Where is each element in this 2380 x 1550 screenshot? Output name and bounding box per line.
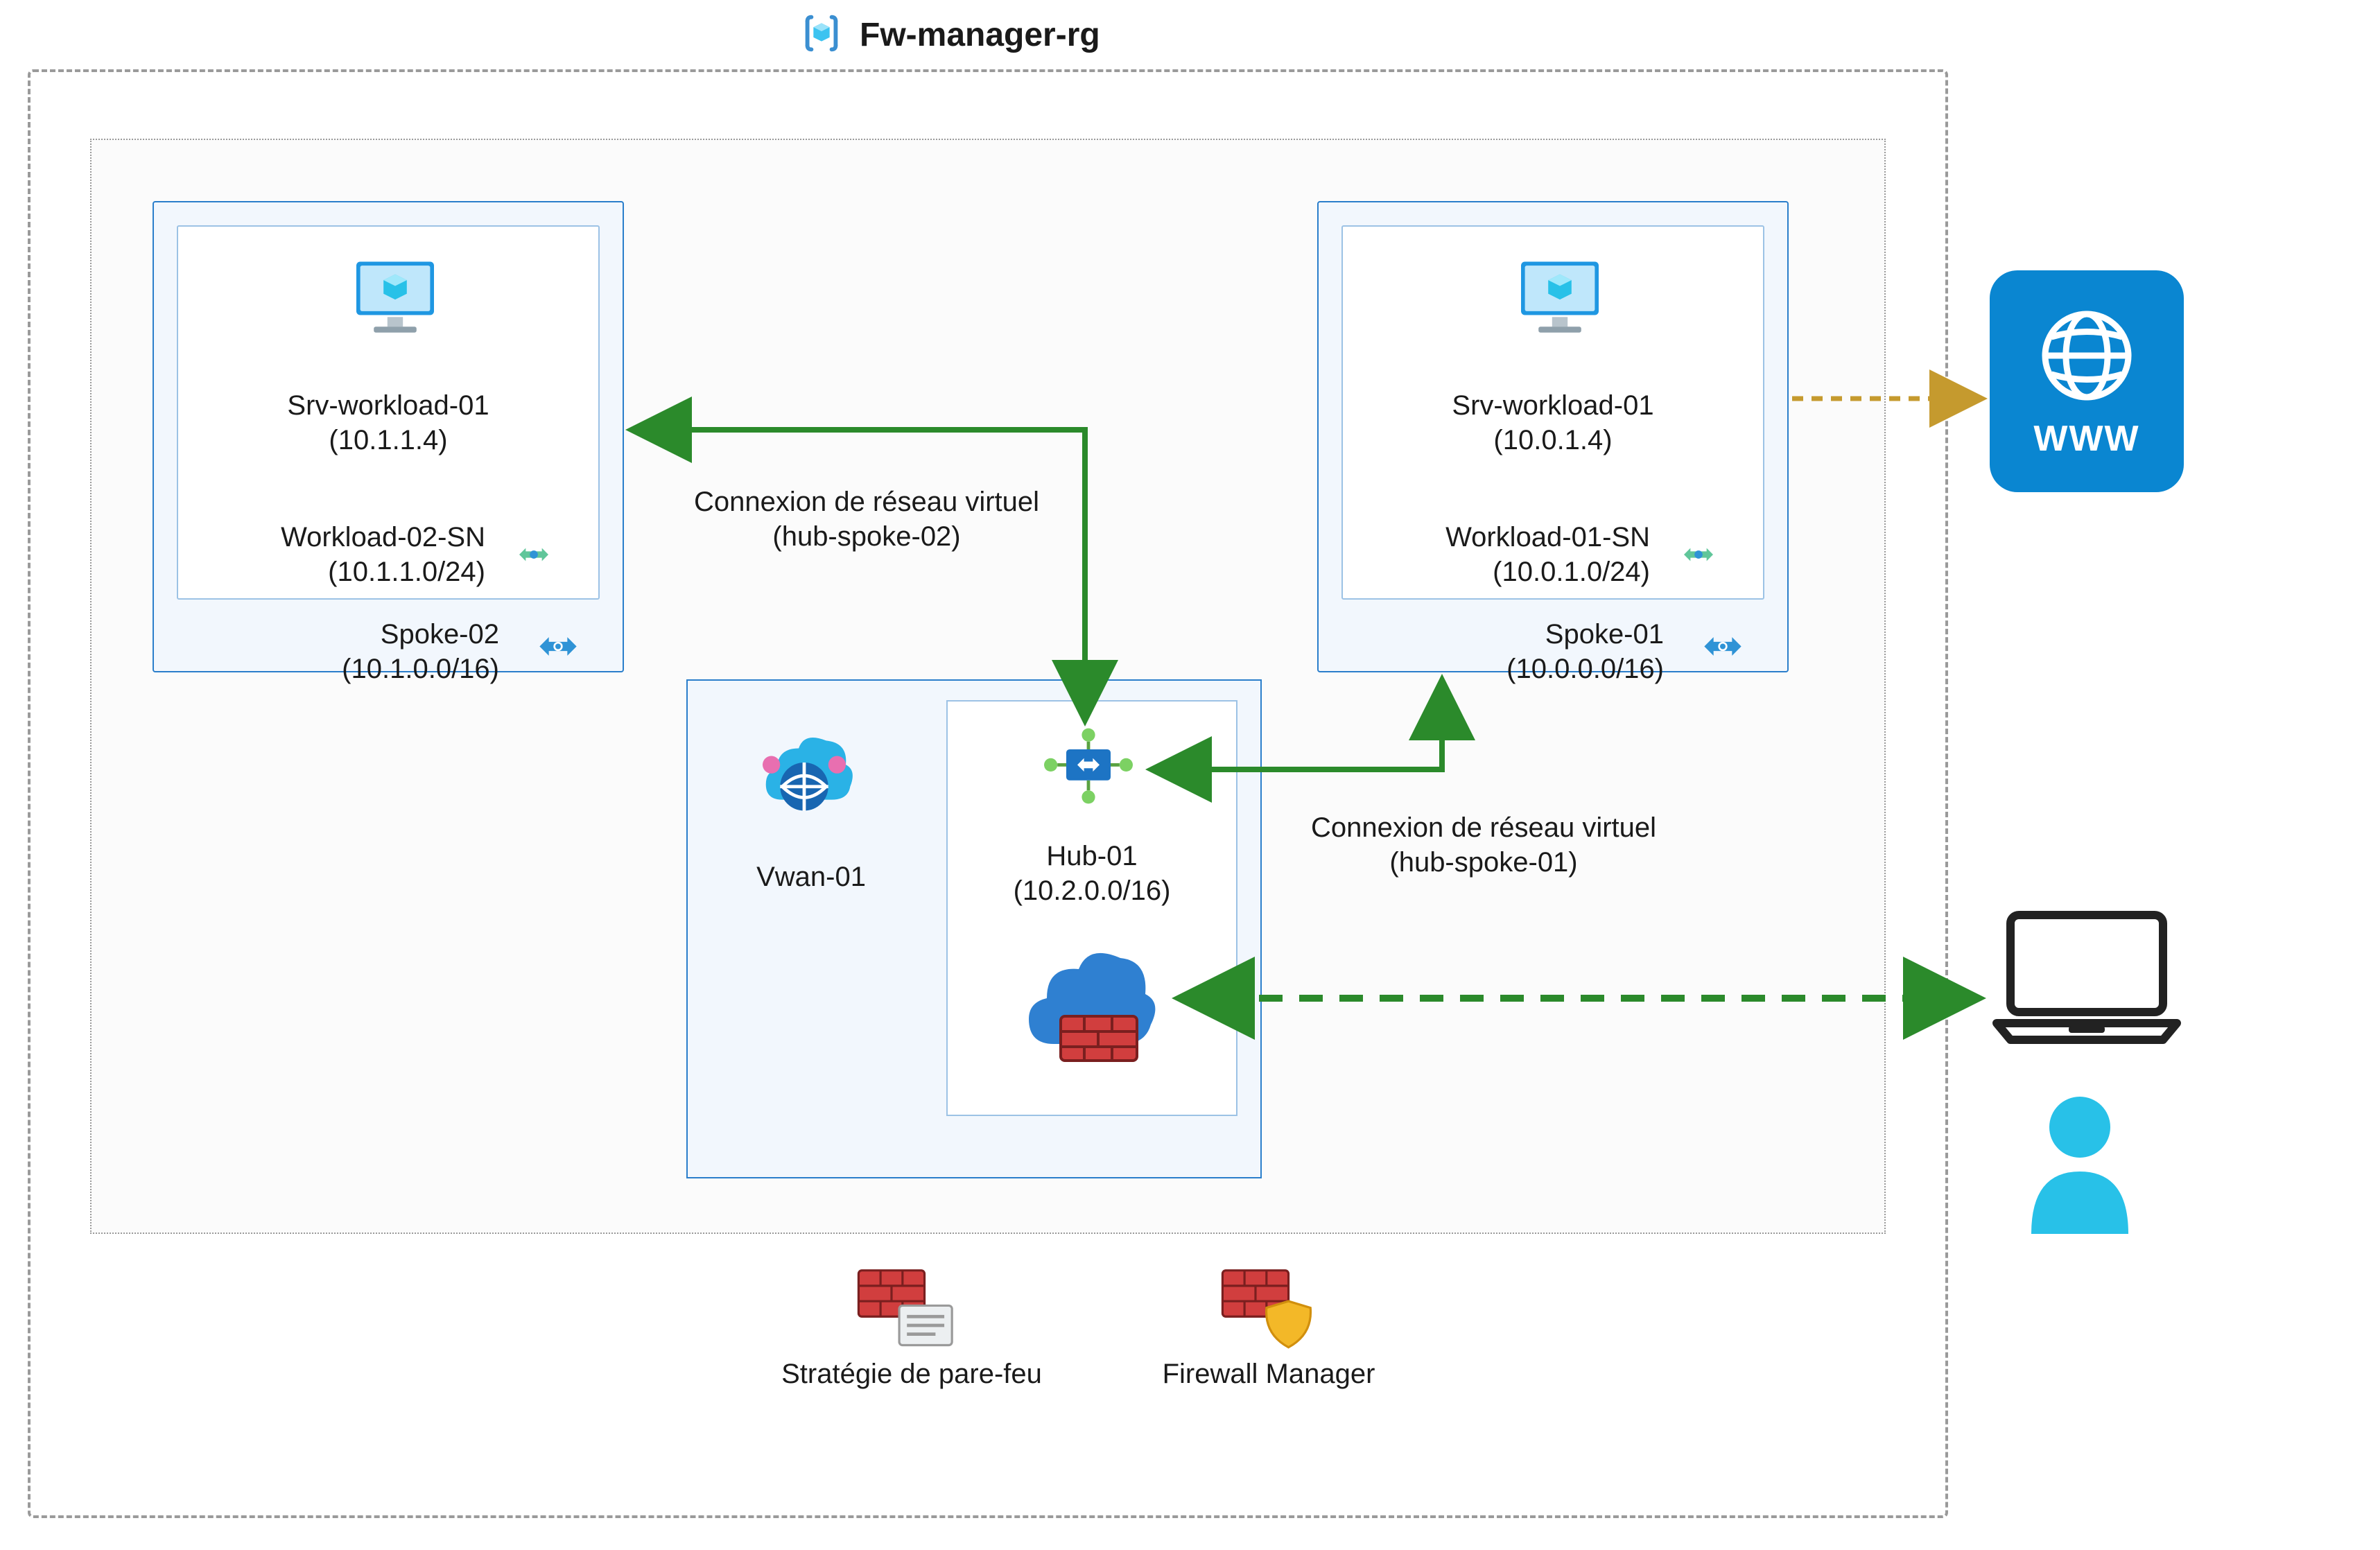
firewall-policy-label: Stratégie de pare-feu <box>776 1359 1047 1390</box>
spoke01-vnet-cidr: (10.0.0.0/16) <box>1373 652 1664 686</box>
spoke02-subnet-name: Workload-02-SN <box>194 520 485 555</box>
vm-icon-spoke-01 <box>1511 256 1608 343</box>
www-box: WWW <box>1990 270 2184 492</box>
hub-cidr: (10.2.0.0/16) <box>971 873 1213 908</box>
hub-icon <box>1033 721 1144 815</box>
conn-hub-spoke-02-l2: (hub-spoke-02) <box>659 520 1075 553</box>
spoke02-vm-name: Srv-workload-01 <box>208 388 568 423</box>
vwan-name: Vwan-01 <box>721 860 901 894</box>
vnet-icon-spoke-01 <box>1695 627 1751 669</box>
hub-name: Hub-01 <box>971 839 1213 873</box>
spoke02-vnet-cidr: (10.1.0.0/16) <box>208 652 499 686</box>
firewall-manager-icon <box>1213 1262 1324 1355</box>
conn-hub-spoke-01-l2: (hub-spoke-01) <box>1276 846 1692 879</box>
subnet-icon-spoke-02 <box>510 537 558 575</box>
resource-group-title-row: Fw-manager-rg <box>783 7 1269 62</box>
globe-icon <box>2035 304 2139 411</box>
spoke01-vm-ip: (10.0.1.4) <box>1373 423 1733 458</box>
conn-hub-spoke-02-l1: Connexion de réseau virtuel <box>659 485 1075 519</box>
vnet-icon-spoke-02 <box>530 627 586 669</box>
vwan-icon <box>749 721 860 828</box>
firewall-policy-icon <box>849 1262 960 1355</box>
firewall-manager-label: Firewall Manager <box>1144 1359 1393 1390</box>
subnet-icon-spoke-01 <box>1674 537 1723 575</box>
firewall-hub-icon <box>1012 936 1165 1071</box>
vm-icon-spoke-02 <box>347 256 444 343</box>
resource-group-title: Fw-manager-rg <box>860 16 1100 54</box>
spoke01-subnet-name: Workload-01-SN <box>1359 520 1650 555</box>
laptop-icon <box>1983 901 2191 1057</box>
www-label: WWW <box>2033 418 2139 460</box>
user-icon <box>2010 1088 2149 1244</box>
conn-hub-spoke-01-l1: Connexion de réseau virtuel <box>1276 811 1692 844</box>
spoke01-vm-name: Srv-workload-01 <box>1373 388 1733 423</box>
spoke01-vnet-name: Spoke-01 <box>1373 617 1664 652</box>
resource-group-icon <box>797 9 846 61</box>
spoke02-vm-ip: (10.1.1.4) <box>208 423 568 458</box>
spoke02-vnet-name: Spoke-02 <box>208 617 499 652</box>
spoke01-subnet-cidr: (10.0.1.0/24) <box>1359 555 1650 589</box>
spoke02-subnet-cidr: (10.1.1.0/24) <box>194 555 485 589</box>
